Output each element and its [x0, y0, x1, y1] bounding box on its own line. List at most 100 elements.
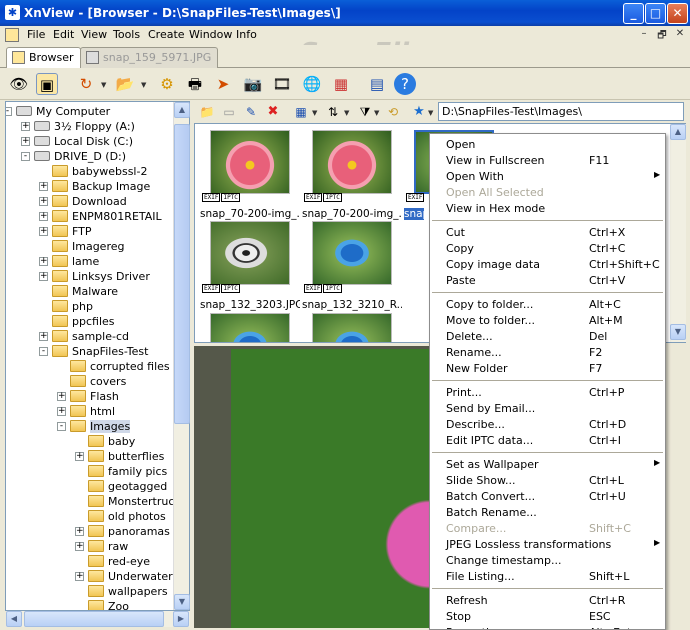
rotate-icon[interactable]: ↻ [75, 73, 97, 95]
globe-icon[interactable]: 🌐 [301, 73, 323, 95]
menu-item-view-in-hex-mode[interactable]: View in Hex mode [430, 201, 665, 217]
camera-icon[interactable]: 📷 [242, 73, 264, 95]
minimize-button[interactable]: _ [623, 3, 644, 24]
sort-dropdown-icon[interactable]: ▼ [344, 109, 349, 117]
expand-icon[interactable]: + [75, 572, 84, 581]
menu-view[interactable]: View [81, 28, 107, 41]
folder-dropdown-icon[interactable]: ▼ [141, 81, 146, 89]
expand-icon[interactable]: + [39, 272, 48, 281]
thumbs-scroll-down-icon[interactable]: ▼ [670, 324, 686, 340]
menu-edit[interactable]: Edit [53, 28, 74, 41]
app-menu-icon[interactable] [5, 28, 19, 42]
scroll-left-icon[interactable]: ◀ [6, 611, 22, 627]
menu-item-jpeg-lossless-transformations[interactable]: JPEG Lossless transformations ▶ [430, 537, 665, 553]
folder-up-icon[interactable]: 📁 [196, 101, 218, 123]
scroll-up-icon[interactable]: ▲ [174, 102, 190, 118]
menu-item-print[interactable]: Print... Ctrl+P [430, 385, 665, 401]
favorites-dropdown-icon[interactable]: ▼ [428, 109, 433, 117]
sort-icon[interactable]: ⇅ [322, 101, 344, 123]
menu-info[interactable]: Info [236, 28, 257, 41]
xnview-logo-icon[interactable]: ✱ [5, 5, 20, 20]
menu-item-stop[interactable]: Stop ESC [430, 609, 665, 625]
expand-icon[interactable]: + [75, 452, 84, 461]
menu-item-batch-convert[interactable]: Batch Convert... Ctrl+U [430, 489, 665, 505]
folder-tree[interactable]: - My Computer +3½ Floppy (A:) + Local Disk (… [5, 101, 190, 611]
tree-hscroll-thumb[interactable] [24, 611, 164, 627]
expand-icon[interactable]: + [39, 182, 48, 191]
expand-icon[interactable]: + [39, 332, 48, 341]
settings-icon[interactable]: ⚙ [156, 73, 178, 95]
rotate-dropdown-icon[interactable]: ▼ [101, 81, 106, 89]
mdi-restore-button[interactable]: 🗗 [654, 28, 670, 42]
refresh-folder-icon[interactable]: ⟲ [382, 101, 404, 123]
menu-item-rename[interactable]: Rename... F2 [430, 345, 665, 361]
mdi-close-button[interactable]: ✕ [672, 28, 688, 42]
view-mode-dropdown-icon[interactable]: ▼ [312, 109, 317, 117]
expand-icon[interactable]: + [57, 407, 66, 416]
menu-item-refresh[interactable]: Refresh Ctrl+R [430, 593, 665, 609]
scroll-right-icon[interactable]: ▶ [173, 611, 189, 627]
menu-item-new-folder[interactable]: New Folder F7 [430, 361, 665, 377]
tree-horizontal-scrollbar[interactable]: ◀ ▶ [6, 611, 190, 627]
collapse-icon[interactable]: - [6, 107, 12, 116]
menu-window[interactable]: Window [189, 28, 232, 41]
menu-item-send-by-email[interactable]: Send by Email... [430, 401, 665, 417]
maximize-button[interactable]: □ [645, 3, 666, 24]
menu-item-edit-iptc-data[interactable]: Edit IPTC data... Ctrl+I [430, 433, 665, 449]
book-icon[interactable]: ▤ [366, 73, 388, 95]
menu-item-view-in-fullscreen[interactable]: View in Fullscreen F11 [430, 153, 665, 169]
thumbs-scroll-up-icon[interactable]: ▲ [670, 124, 686, 140]
expand-icon[interactable]: + [39, 227, 48, 236]
expand-icon[interactable]: + [21, 137, 30, 146]
favorites-star-icon[interactable]: ★ [408, 101, 430, 123]
filter-dropdown-icon[interactable]: ▼ [374, 109, 379, 117]
send-icon[interactable]: ➤ [212, 73, 234, 95]
menu-item-batch-rename[interactable]: Batch Rename... [430, 505, 665, 521]
thumbs-vertical-scrollbar[interactable]: ▲ ▼ [670, 124, 686, 342]
print-icon[interactable]: 🖶 [184, 73, 206, 95]
menu-item-open-with[interactable]: Open With ▶ [430, 169, 665, 185]
tab-image[interactable]: snap_159_5971.JPG [80, 47, 219, 68]
tree-vertical-scrollbar[interactable]: ▲ ▼ [173, 102, 190, 610]
expand-icon[interactable]: + [75, 542, 84, 551]
collapse-icon[interactable]: - [57, 422, 66, 431]
tab-browser[interactable]: Browser [6, 47, 81, 68]
eye-icon[interactable]: 👁 [8, 73, 30, 95]
menu-item-describe[interactable]: Describe... Ctrl+D [430, 417, 665, 433]
filter-icon[interactable]: ⧩ [354, 101, 376, 123]
menu-item-copy[interactable]: Copy Ctrl+C [430, 241, 665, 257]
expand-icon[interactable]: + [39, 197, 48, 206]
expand-icon[interactable]: + [75, 527, 84, 536]
delete-icon[interactable]: ✖ [262, 101, 284, 123]
menu-item-file-listing[interactable]: File Listing... Shift+L [430, 569, 665, 585]
close-button[interactable]: ✕ [667, 3, 688, 24]
collapse-icon[interactable]: - [21, 152, 30, 161]
menu-item-copy-to-folder[interactable]: Copy to folder... Alt+C [430, 297, 665, 313]
menu-file[interactable]: File [27, 28, 45, 41]
expand-icon[interactable]: + [21, 122, 30, 131]
menu-tools[interactable]: Tools [113, 28, 140, 41]
collapse-icon[interactable]: - [39, 347, 48, 356]
folder-icon[interactable]: 📂 [114, 73, 136, 95]
browser-icon[interactable]: ▣ [36, 73, 58, 95]
menu-item-paste[interactable]: Paste Ctrl+V [430, 273, 665, 289]
expand-icon[interactable]: + [39, 212, 48, 221]
mdi-minimize-button[interactable]: – [636, 28, 652, 42]
path-input[interactable]: D:\SnapFiles-Test\Images\ [438, 102, 684, 121]
expand-icon[interactable]: + [57, 392, 66, 401]
menu-item-properties[interactable]: Properties Alt+Enter [430, 625, 665, 629]
view-mode-icon[interactable]: ▦ [290, 101, 312, 123]
palette-icon[interactable]: ▦ [330, 73, 352, 95]
tree-scroll-thumb[interactable] [174, 124, 190, 424]
menu-item-slide-show[interactable]: Slide Show... Ctrl+L [430, 473, 665, 489]
menu-item-set-as-wallpaper[interactable]: Set as Wallpaper ▶ [430, 457, 665, 473]
menu-item-change-timestamp[interactable]: Change timestamp... [430, 553, 665, 569]
scroll-down-icon[interactable]: ▼ [174, 594, 190, 610]
menu-item-move-to-folder[interactable]: Move to folder... Alt+M [430, 313, 665, 329]
menu-item-copy-image-data[interactable]: Copy image data Ctrl+Shift+C [430, 257, 665, 273]
menu-item-cut[interactable]: Cut Ctrl+X [430, 225, 665, 241]
expand-icon[interactable]: + [39, 257, 48, 266]
new-folder-icon[interactable]: ▭ [218, 101, 240, 123]
help-icon[interactable]: ? [394, 73, 416, 95]
menu-create[interactable]: Create [148, 28, 185, 41]
